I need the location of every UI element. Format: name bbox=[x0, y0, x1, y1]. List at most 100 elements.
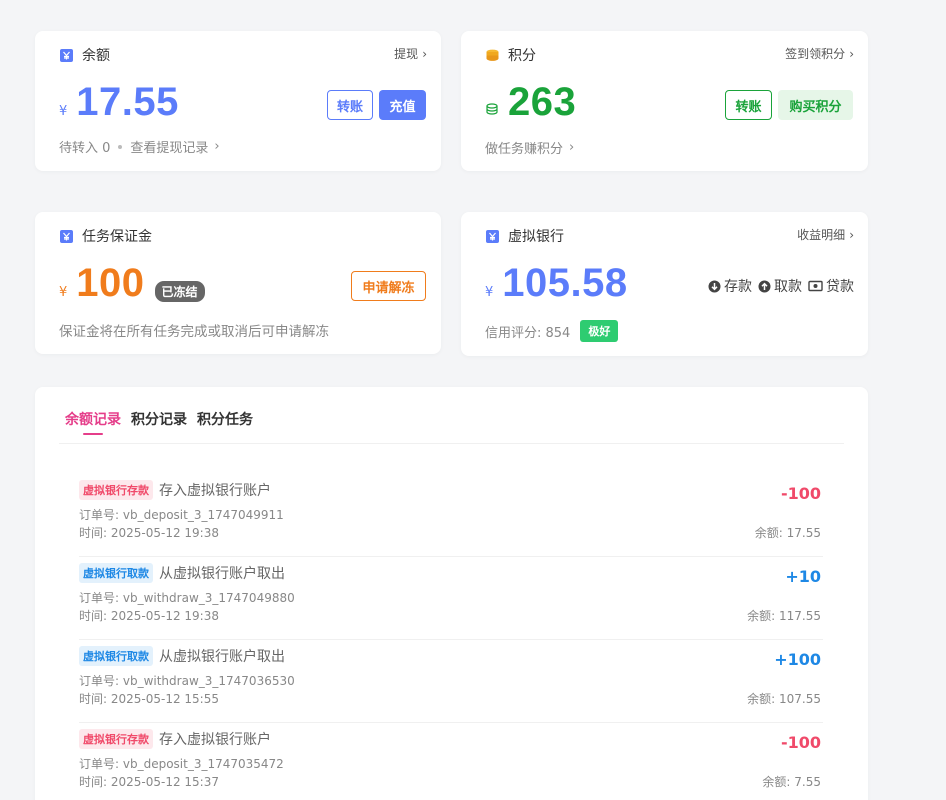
record-order-number: 订单号: vb_withdraw_3_1747049880 bbox=[79, 591, 295, 605]
record-balance: 余额: 17.55 bbox=[754, 526, 821, 540]
record-head: 虚拟银行取款 从虚拟银行账户取出 bbox=[79, 646, 285, 666]
tab-balance-records[interactable]: 余额记录 bbox=[65, 409, 121, 435]
record-type-tag: 虚拟银行存款 bbox=[79, 729, 153, 749]
chevron-right-icon: › bbox=[849, 46, 854, 61]
withdraw-action-label: 取款 bbox=[774, 279, 802, 295]
earn-points-link[interactable]: 做任务赚积分 bbox=[485, 138, 563, 157]
record-row[interactable]: 虚拟银行取款 从虚拟银行账户取出订单号: vb_withdraw_3_174704… bbox=[79, 557, 823, 640]
points-amount: 263 bbox=[508, 80, 577, 124]
record-description: 从虚拟银行账户取出 bbox=[159, 566, 285, 582]
deposit-action[interactable]: 存款 bbox=[708, 276, 752, 296]
record-row[interactable]: 虚拟银行存款 存入虚拟银行账户订单号: vb_deposit_3_17470499… bbox=[79, 474, 823, 557]
credit-row: 信用评分: 854 极好 bbox=[485, 320, 619, 342]
arrow-down-circle-icon bbox=[708, 280, 721, 292]
currency-symbol: ¥ bbox=[59, 104, 68, 119]
credit-badge: 极好 bbox=[580, 320, 619, 342]
balance-title-text: 余额 bbox=[82, 48, 110, 64]
record-head: 虚拟银行取款 从虚拟银行账户取出 bbox=[79, 563, 285, 583]
points-transfer-button[interactable]: 转账 bbox=[725, 90, 772, 120]
record-time: 时间: 2025-05-12 19:38 bbox=[79, 609, 219, 623]
tab-points-records[interactable]: 积分记录 bbox=[131, 409, 187, 429]
buy-points-label: 购买积分 bbox=[789, 99, 842, 115]
chevron-right-icon: › bbox=[214, 139, 220, 154]
earnings-detail-text: 收益明细 bbox=[797, 228, 846, 242]
unfreeze-button-label: 申请解冻 bbox=[362, 280, 415, 296]
loan-action-label: 贷款 bbox=[826, 279, 854, 295]
balance-sub: 待转入 0 查看提现记录 › bbox=[59, 137, 220, 156]
buy-points-button[interactable]: 购买积分 bbox=[778, 90, 853, 120]
record-description: 存入虚拟银行账户 bbox=[159, 732, 271, 748]
arrow-up-circle-icon bbox=[758, 280, 771, 292]
balance-title: 余额 bbox=[59, 45, 110, 65]
checkin-link-text: 签到领积分 bbox=[785, 47, 846, 61]
chevron-right-icon: › bbox=[569, 140, 575, 155]
withdraw-link-text: 提现 bbox=[394, 47, 419, 61]
money-icon bbox=[808, 280, 823, 292]
balance-card: 余额 提现 › ¥ 17.55 转账 充值 待转入 0 查看提现记录 › bbox=[35, 31, 441, 171]
tabs-divider bbox=[59, 443, 844, 444]
record-amount: -100 bbox=[780, 733, 821, 752]
record-amount: -100 bbox=[780, 484, 821, 503]
balance-amount-row: ¥ 17.55 bbox=[59, 79, 179, 125]
deposit-title: 任务保证金 bbox=[59, 226, 152, 246]
transfer-button-label: 转账 bbox=[336, 99, 363, 115]
deposit-card: 任务保证金 ¥ 100 已冻结 申请解冻 保证金将在所有任务完成或取消后可申请解… bbox=[35, 212, 441, 354]
record-balance: 余额: 107.55 bbox=[747, 692, 821, 706]
bank-title: 虚拟银行 bbox=[485, 226, 564, 246]
record-time: 时间: 2025-05-12 15:55 bbox=[79, 692, 219, 706]
chevron-right-icon: › bbox=[849, 227, 854, 242]
record-balance: 余额: 7.55 bbox=[762, 775, 821, 789]
loan-action[interactable]: 贷款 bbox=[808, 276, 854, 296]
record-order-number: 订单号: vb_deposit_3_1747049911 bbox=[79, 508, 284, 522]
separator-dot bbox=[118, 144, 123, 149]
record-row[interactable]: 虚拟银行取款 从虚拟银行账户取出 订单号: vb_withdraw_3_174703… bbox=[79, 640, 823, 723]
recharge-button[interactable]: 充值 bbox=[379, 90, 426, 120]
chevron-right-icon: › bbox=[422, 46, 427, 61]
currency-symbol: ¥ bbox=[485, 285, 494, 300]
points-amount-row: 263 bbox=[485, 79, 576, 125]
points-card: 积分 签到领积分 › 263 转账 购买积分 做任务赚积分 › bbox=[461, 31, 868, 171]
coins-small-icon bbox=[485, 102, 499, 116]
record-time: 时间: 2025-05-12 19:38 bbox=[79, 526, 219, 540]
deposit-note: 保证金将在所有任务完成或取消后可申请解冻 bbox=[59, 324, 329, 340]
points-title: 积分 bbox=[485, 45, 536, 65]
pending-transfer: 待转入 0 bbox=[59, 141, 111, 156]
record-balance: 余额: 117.55 bbox=[747, 609, 821, 623]
deposit-amount: 100 bbox=[76, 261, 145, 305]
record-type-tag: 虚拟银行存款 bbox=[79, 480, 153, 500]
tab-points-tasks[interactable]: 积分任务 bbox=[197, 409, 253, 429]
record-description: 从虚拟银行账户取出 bbox=[159, 649, 285, 665]
record-head: 虚拟银行存款 存入虚拟银行账户 bbox=[79, 480, 271, 500]
record-tabs: 余额记录 积分记录 积分任务 bbox=[65, 409, 263, 435]
deposit-action-label: 存款 bbox=[724, 279, 752, 295]
bank-amount: 105.58 bbox=[502, 261, 628, 305]
balance-amount: 17.55 bbox=[76, 80, 179, 124]
currency-symbol: ¥ bbox=[59, 285, 68, 300]
coins-icon bbox=[485, 48, 500, 63]
transfer-button[interactable]: 转账 bbox=[327, 90, 373, 120]
bank-card: 虚拟银行 收益明细 › ¥ 105.58 存款 取款 贷款 信用评分: 854 极… bbox=[461, 212, 868, 356]
record-amount: +10 bbox=[785, 567, 821, 586]
record-order-number: 订单号: vb_deposit_3_1747035472 bbox=[79, 757, 284, 771]
wallet-icon bbox=[59, 48, 74, 63]
points-title-text: 积分 bbox=[508, 48, 536, 64]
record-type-tag: 虚拟银行取款 bbox=[79, 563, 153, 583]
wallet-icon bbox=[59, 229, 74, 244]
bank-actions: 存款 取款 贷款 bbox=[702, 276, 854, 296]
record-time: 时间: 2025-05-12 15:37 bbox=[79, 775, 219, 789]
checkin-link[interactable]: 签到领积分 › bbox=[785, 45, 854, 62]
points-transfer-label: 转账 bbox=[735, 99, 762, 115]
earnings-detail-link[interactable]: 收益明细 › bbox=[797, 226, 854, 243]
records-card: 余额记录 积分记录 积分任务 虚拟银行存款 存入虚拟银行账户 订单号: vb_dep… bbox=[35, 387, 868, 800]
withdraw-action[interactable]: 取款 bbox=[758, 276, 802, 296]
frozen-badge: 已冻结 bbox=[154, 281, 205, 302]
record-head: 虚拟银行存款 存入虚拟银行账户 bbox=[79, 729, 271, 749]
withdraw-records-link[interactable]: 查看提现记录 bbox=[130, 137, 208, 156]
record-type-tag: 虚拟银行取款 bbox=[79, 646, 153, 666]
record-description: 存入虚拟银行账户 bbox=[159, 483, 271, 499]
deposit-amount-row: ¥ 100 已冻结 bbox=[59, 260, 205, 306]
points-sub: 做任务赚积分 › bbox=[485, 138, 574, 157]
withdraw-link[interactable]: 提现 › bbox=[394, 45, 427, 62]
unfreeze-button[interactable]: 申请解冻 bbox=[351, 271, 426, 301]
record-row[interactable]: 虚拟银行存款 存入虚拟银行账户订单号: vb_deposit_3_17470354… bbox=[79, 723, 823, 800]
